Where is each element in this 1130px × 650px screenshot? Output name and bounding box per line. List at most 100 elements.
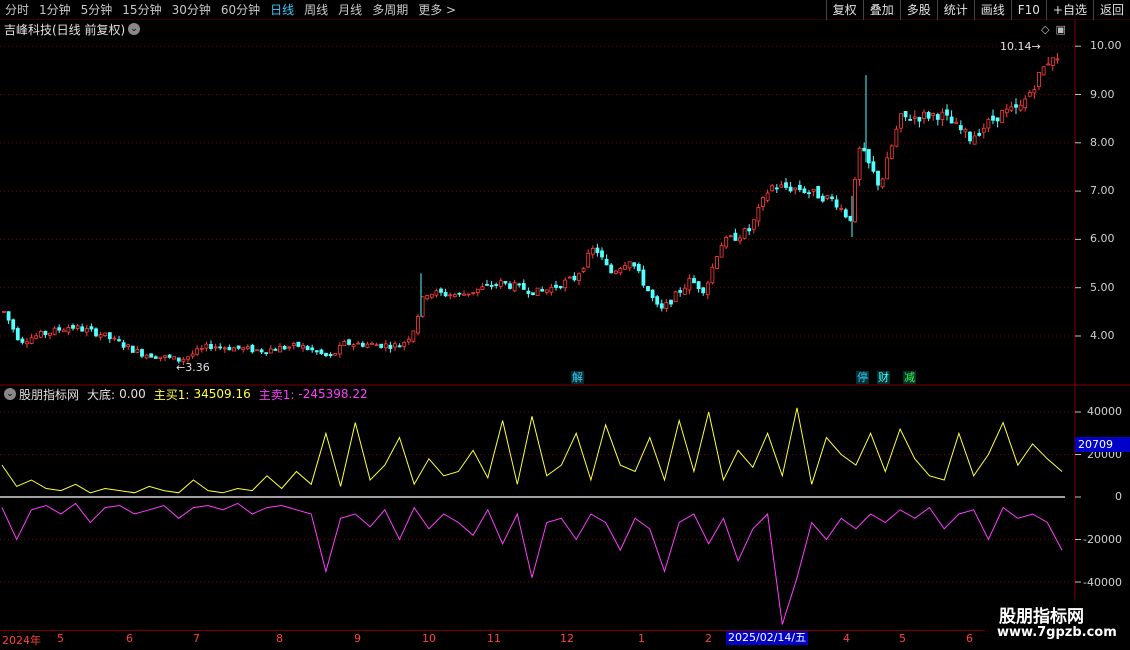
candle-body bbox=[807, 192, 811, 195]
period-tab[interactable]: 5分钟 bbox=[76, 0, 118, 20]
candle-body bbox=[273, 348, 278, 351]
candle-body bbox=[333, 353, 338, 356]
diamond-icon[interactable]: ◇ bbox=[1041, 23, 1049, 36]
candle-body bbox=[57, 327, 62, 331]
date-label: 5 bbox=[57, 632, 64, 645]
candle-body bbox=[908, 118, 913, 121]
candle-body bbox=[351, 344, 356, 347]
candle-body bbox=[705, 282, 710, 296]
chevron-down-icon[interactable]: ⌄ bbox=[4, 388, 16, 400]
candle-body bbox=[839, 207, 844, 210]
candle-body bbox=[15, 328, 20, 341]
candle-body bbox=[1018, 104, 1023, 111]
function-buttons: 复权 叠加 多股 统计 画线 F10 +自选 返回 bbox=[825, 0, 1130, 20]
candle-body bbox=[425, 295, 430, 300]
event-tag[interactable]: 停 bbox=[856, 371, 869, 384]
candle-body bbox=[761, 197, 765, 207]
chart-area[interactable]: 10.14→ ←3.36 bbox=[0, 20, 1130, 650]
watermark: 股朋指标网 www.7gpzb.com bbox=[985, 600, 1130, 650]
indicator-tick-label: 40000 bbox=[1087, 405, 1122, 418]
period-tab[interactable]: 15分钟 bbox=[117, 0, 166, 20]
candle-body bbox=[209, 344, 213, 349]
toolbar-button[interactable]: F10 bbox=[1010, 0, 1046, 20]
toolbar-button[interactable]: 统计 bbox=[936, 0, 974, 20]
candle-body bbox=[388, 344, 393, 349]
candle-body bbox=[452, 294, 457, 298]
candle-body bbox=[659, 303, 664, 309]
candle-body bbox=[232, 347, 236, 352]
candle-body bbox=[554, 284, 558, 288]
candle-body bbox=[945, 109, 949, 116]
candle-body bbox=[1027, 91, 1032, 97]
candle-body bbox=[190, 353, 195, 357]
toolbar-button[interactable]: 返回 bbox=[1092, 0, 1130, 20]
date-label: 6 bbox=[966, 632, 973, 645]
event-tag[interactable]: 减 bbox=[903, 371, 916, 384]
candle-body bbox=[784, 182, 788, 188]
candle-body bbox=[678, 290, 683, 293]
candle-body bbox=[687, 277, 692, 291]
period-tab[interactable]: 月线 bbox=[333, 0, 367, 20]
candle-body bbox=[899, 113, 903, 129]
candle-body bbox=[1032, 89, 1037, 94]
period-tabs: 分时 1分钟 5分钟 15分钟 30分钟 60分钟 日线 周线 月线 多周期 更多 > bbox=[0, 0, 461, 20]
candle-body bbox=[466, 293, 471, 296]
date-label: 1 bbox=[638, 632, 645, 645]
period-tab[interactable]: 分时 bbox=[0, 0, 34, 20]
candle-body bbox=[296, 341, 301, 347]
candle-body bbox=[291, 343, 296, 346]
candle-body bbox=[222, 347, 227, 350]
period-tab[interactable]: 30分钟 bbox=[167, 0, 216, 20]
candle-body bbox=[310, 347, 315, 351]
candle-body bbox=[241, 347, 246, 351]
candle-body bbox=[779, 184, 784, 188]
candle-body bbox=[278, 346, 282, 353]
candle-body bbox=[549, 286, 554, 293]
price-tick-label: 10.00 bbox=[1090, 39, 1122, 52]
layout-icon[interactable]: ▣ bbox=[1055, 23, 1065, 36]
chevron-down-icon[interactable]: ⌄ bbox=[128, 23, 140, 35]
period-tab[interactable]: 更多 > bbox=[413, 0, 461, 20]
candle-body bbox=[797, 184, 802, 190]
period-tab[interactable]: 60分钟 bbox=[216, 0, 265, 20]
candle-body bbox=[186, 356, 190, 360]
candle-body bbox=[365, 343, 370, 348]
candle-body bbox=[540, 289, 545, 292]
candle-body bbox=[912, 116, 917, 119]
toolbar-button[interactable]: 复权 bbox=[825, 0, 863, 20]
candle-body bbox=[991, 115, 995, 121]
sell-value: -245398.22 bbox=[298, 387, 368, 401]
toolbar-button[interactable]: +自选 bbox=[1045, 0, 1093, 20]
candle-body bbox=[227, 346, 232, 351]
date-label: 8 bbox=[276, 632, 283, 645]
price-tick-label: 9.00 bbox=[1090, 88, 1115, 101]
candle-body bbox=[719, 245, 724, 258]
event-tag[interactable]: 解 bbox=[571, 371, 584, 384]
period-tab[interactable]: 周线 bbox=[299, 0, 333, 20]
candle-body bbox=[627, 261, 632, 269]
candle-body bbox=[862, 147, 867, 152]
period-tab[interactable]: 1分钟 bbox=[34, 0, 76, 20]
period-tab[interactable]: 日线 bbox=[265, 0, 299, 20]
event-tag[interactable]: 财 bbox=[877, 371, 890, 384]
candle-body bbox=[255, 349, 259, 352]
candle-body bbox=[512, 282, 517, 292]
date-label: 11 bbox=[487, 632, 501, 645]
candle-body bbox=[158, 356, 163, 359]
candle-body bbox=[632, 262, 637, 267]
dadi-value: 0.00 bbox=[119, 387, 146, 401]
candle-body bbox=[420, 296, 425, 317]
candle-body bbox=[144, 354, 149, 359]
candle-body bbox=[140, 349, 144, 357]
period-tab[interactable]: 多周期 bbox=[367, 0, 413, 20]
candle-body bbox=[733, 232, 738, 241]
candle-body bbox=[379, 343, 384, 348]
toolbar-button[interactable]: 多股 bbox=[899, 0, 937, 20]
toolbar-button[interactable]: 画线 bbox=[973, 0, 1011, 20]
toolbar-button[interactable]: 叠加 bbox=[862, 0, 900, 20]
candle-body bbox=[1004, 108, 1009, 114]
candle-body bbox=[636, 263, 641, 272]
candle-body bbox=[558, 286, 563, 289]
low-price-label: ←3.36 bbox=[176, 361, 210, 374]
indicator-name[interactable]: 股朋指标网 bbox=[19, 386, 79, 403]
